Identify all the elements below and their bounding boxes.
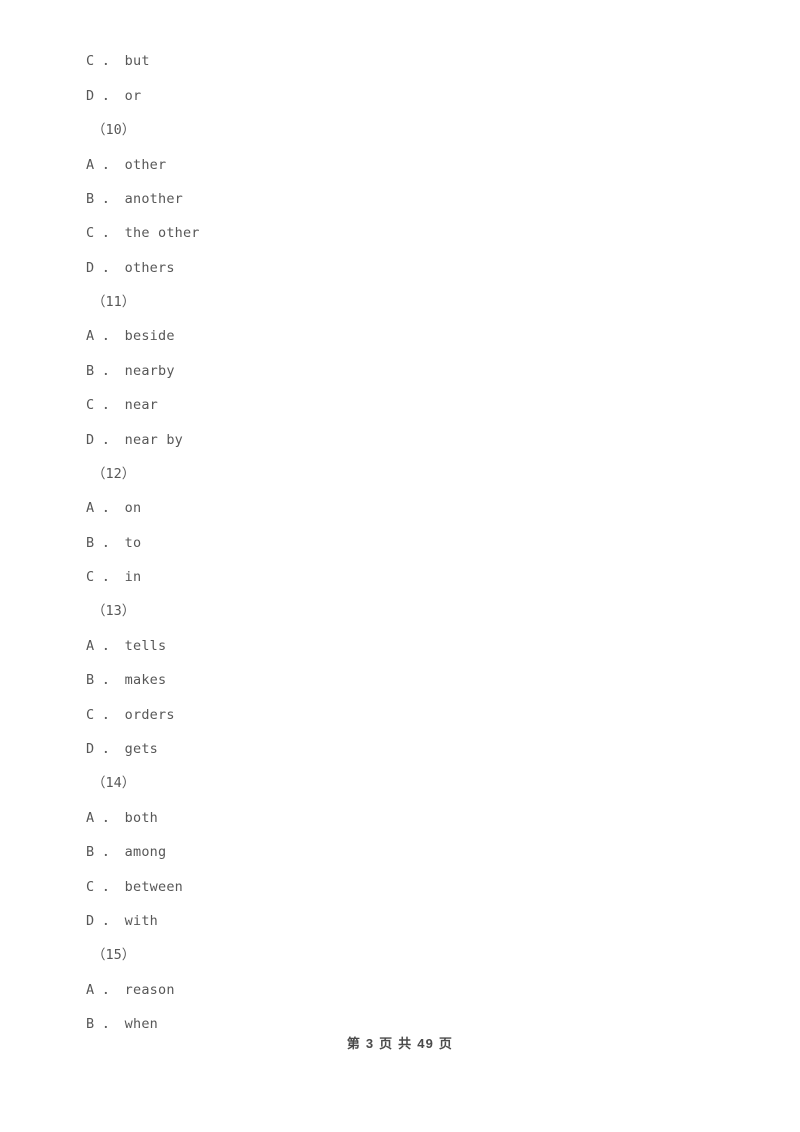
answer-option-line: C ． near (0, 394, 800, 416)
answer-option-line: B ． among (0, 841, 800, 863)
document-page: C ． but D ． or （10） A ． other B ． another C ．… (0, 0, 800, 1132)
answer-option-line: A ． both (0, 807, 800, 829)
answer-option-line: B ． nearby (0, 360, 800, 382)
answer-option-text: B ． when (86, 1016, 158, 1032)
question-number-text: （10） (92, 122, 136, 138)
answer-option-line: B ． another (0, 188, 800, 210)
answer-option-line: B ． to (0, 532, 800, 554)
answer-option-text: C ． the other (86, 225, 200, 241)
question-number-text: （12） (92, 466, 136, 482)
answer-option-line: B ． makes (0, 669, 800, 691)
question-number-line: （13） (0, 600, 800, 622)
answer-option-text: C ． near (86, 397, 158, 413)
question-number-line: （12） (0, 463, 800, 485)
answer-option-text: D ． or (86, 88, 142, 104)
answer-option-line: A ． tells (0, 635, 800, 657)
answer-option-line: A ． reason (0, 979, 800, 1001)
answer-option-text: D ． gets (86, 741, 158, 757)
answer-option-line: D ． with (0, 910, 800, 932)
answer-option-text: D ． others (86, 260, 175, 276)
answer-option-text: C ． but (86, 53, 150, 69)
question-number-line: （10） (0, 119, 800, 141)
answer-option-line: D ． others (0, 257, 800, 279)
answer-option-line: D ． near by (0, 429, 800, 451)
answer-option-text: B ． makes (86, 672, 167, 688)
answer-option-line: D ． or (0, 85, 800, 107)
answer-option-text: A ． other (86, 157, 167, 173)
answer-option-text: C ． in (86, 569, 142, 585)
answer-option-text: A ． tells (86, 638, 167, 654)
answer-option-line: A ． other (0, 154, 800, 176)
answer-option-text: A ． both (86, 810, 158, 826)
answer-option-line: C ． the other (0, 222, 800, 244)
question-number-line: （11） (0, 291, 800, 313)
answer-option-text: B ． nearby (86, 363, 175, 379)
page-footer: 第 3 页 共 49 页 (346, 1036, 454, 1051)
answer-option-line: C ． orders (0, 704, 800, 726)
question-number-text: （15） (92, 947, 136, 963)
answer-option-text: B ． to (86, 535, 142, 551)
question-number-line: （14） (0, 772, 800, 794)
answer-option-line: C ． but (0, 50, 800, 72)
answer-option-text: B ． another (86, 191, 183, 207)
answer-option-line: D ． gets (0, 738, 800, 760)
question-number-text: （13） (92, 603, 136, 619)
answer-option-text: D ． near by (86, 432, 183, 448)
answer-option-line: C ． between (0, 876, 800, 898)
answer-option-text: C ． orders (86, 707, 175, 723)
answer-option-line: C ． in (0, 566, 800, 588)
answer-option-text: A ． reason (86, 982, 175, 998)
answer-option-text: A ． on (86, 500, 142, 516)
answer-option-text: A ． beside (86, 328, 175, 344)
answer-option-text: B ． among (86, 844, 167, 860)
answer-option-line: B ． when (0, 1013, 800, 1035)
question-number-text: （11） (92, 294, 136, 310)
answer-option-line: A ． on (0, 497, 800, 519)
answer-option-text: C ． between (86, 879, 183, 895)
question-number-line: （15） (0, 944, 800, 966)
answer-option-line: A ． beside (0, 325, 800, 347)
question-number-text: （14） (92, 775, 136, 791)
answer-option-text: D ． with (86, 913, 158, 929)
